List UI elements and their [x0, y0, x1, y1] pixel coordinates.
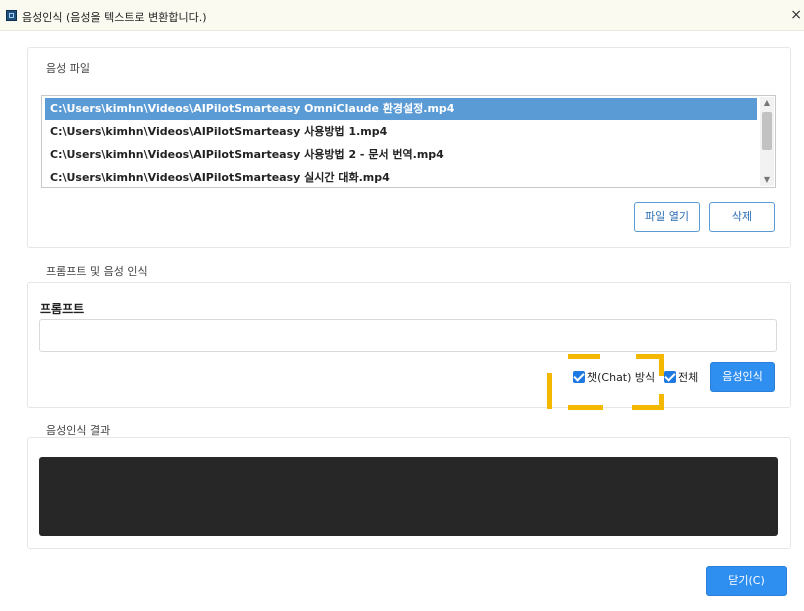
- prompt-label: 프롬프트: [40, 302, 85, 316]
- all-label: 전체: [678, 371, 699, 384]
- app-icon: [6, 10, 17, 21]
- recognize-button[interactable]: 음성인식: [710, 362, 775, 392]
- file-list-item[interactable]: C:\Users\kimhn\Videos\AIPilotSmarteasy 실…: [45, 167, 757, 189]
- title-bar: 음성인식 (음성을 텍스트로 변환합니다.) ×: [0, 0, 804, 31]
- all-checkbox[interactable]: 전체: [664, 369, 698, 385]
- scroll-down-icon[interactable]: ▼: [760, 174, 774, 186]
- prompt-input[interactable]: [39, 319, 777, 352]
- result-section-label: 음성인식 결과: [46, 424, 111, 437]
- file-list-scrollbar[interactable]: ▲ ▼: [760, 97, 774, 186]
- file-list-item[interactable]: C:\Users\kimhn\Videos\AIPilotSmarteasy 사…: [45, 121, 757, 143]
- highlight-dash: [659, 394, 664, 410]
- close-icon[interactable]: ×: [790, 7, 802, 23]
- chat-mode-label: 챗(Chat) 방식: [587, 371, 656, 384]
- highlight-dash: [547, 373, 552, 409]
- prompt-section-label: 프롬프트 및 음성 인식: [46, 265, 148, 278]
- highlight-dash: [568, 405, 603, 410]
- checkbox-checked-icon[interactable]: [664, 371, 676, 383]
- window-title: 음성인식 (음성을 텍스트로 변환합니다.): [22, 11, 207, 24]
- close-button[interactable]: 닫기(C): [706, 566, 787, 596]
- chat-mode-checkbox[interactable]: 챗(Chat) 방식: [573, 369, 655, 385]
- delete-button[interactable]: 삭제: [709, 202, 775, 232]
- audio-file-list[interactable]: C:\Users\kimhn\Videos\AIPilotSmarteasy O…: [41, 95, 776, 188]
- scroll-up-icon[interactable]: ▲: [760, 97, 774, 109]
- file-list-item[interactable]: C:\Users\kimhn\Videos\AIPilotSmarteasy O…: [45, 98, 757, 120]
- highlight-dash: [568, 354, 600, 359]
- audio-file-section-label: 음성 파일: [46, 62, 90, 75]
- scroll-thumb[interactable]: [762, 112, 772, 150]
- highlight-dash: [659, 354, 664, 376]
- open-file-button[interactable]: 파일 열기: [634, 202, 700, 232]
- file-list-item[interactable]: C:\Users\kimhn\Videos\AIPilotSmarteasy 사…: [45, 144, 757, 166]
- checkbox-checked-icon[interactable]: [573, 371, 585, 383]
- result-output[interactable]: [39, 457, 778, 536]
